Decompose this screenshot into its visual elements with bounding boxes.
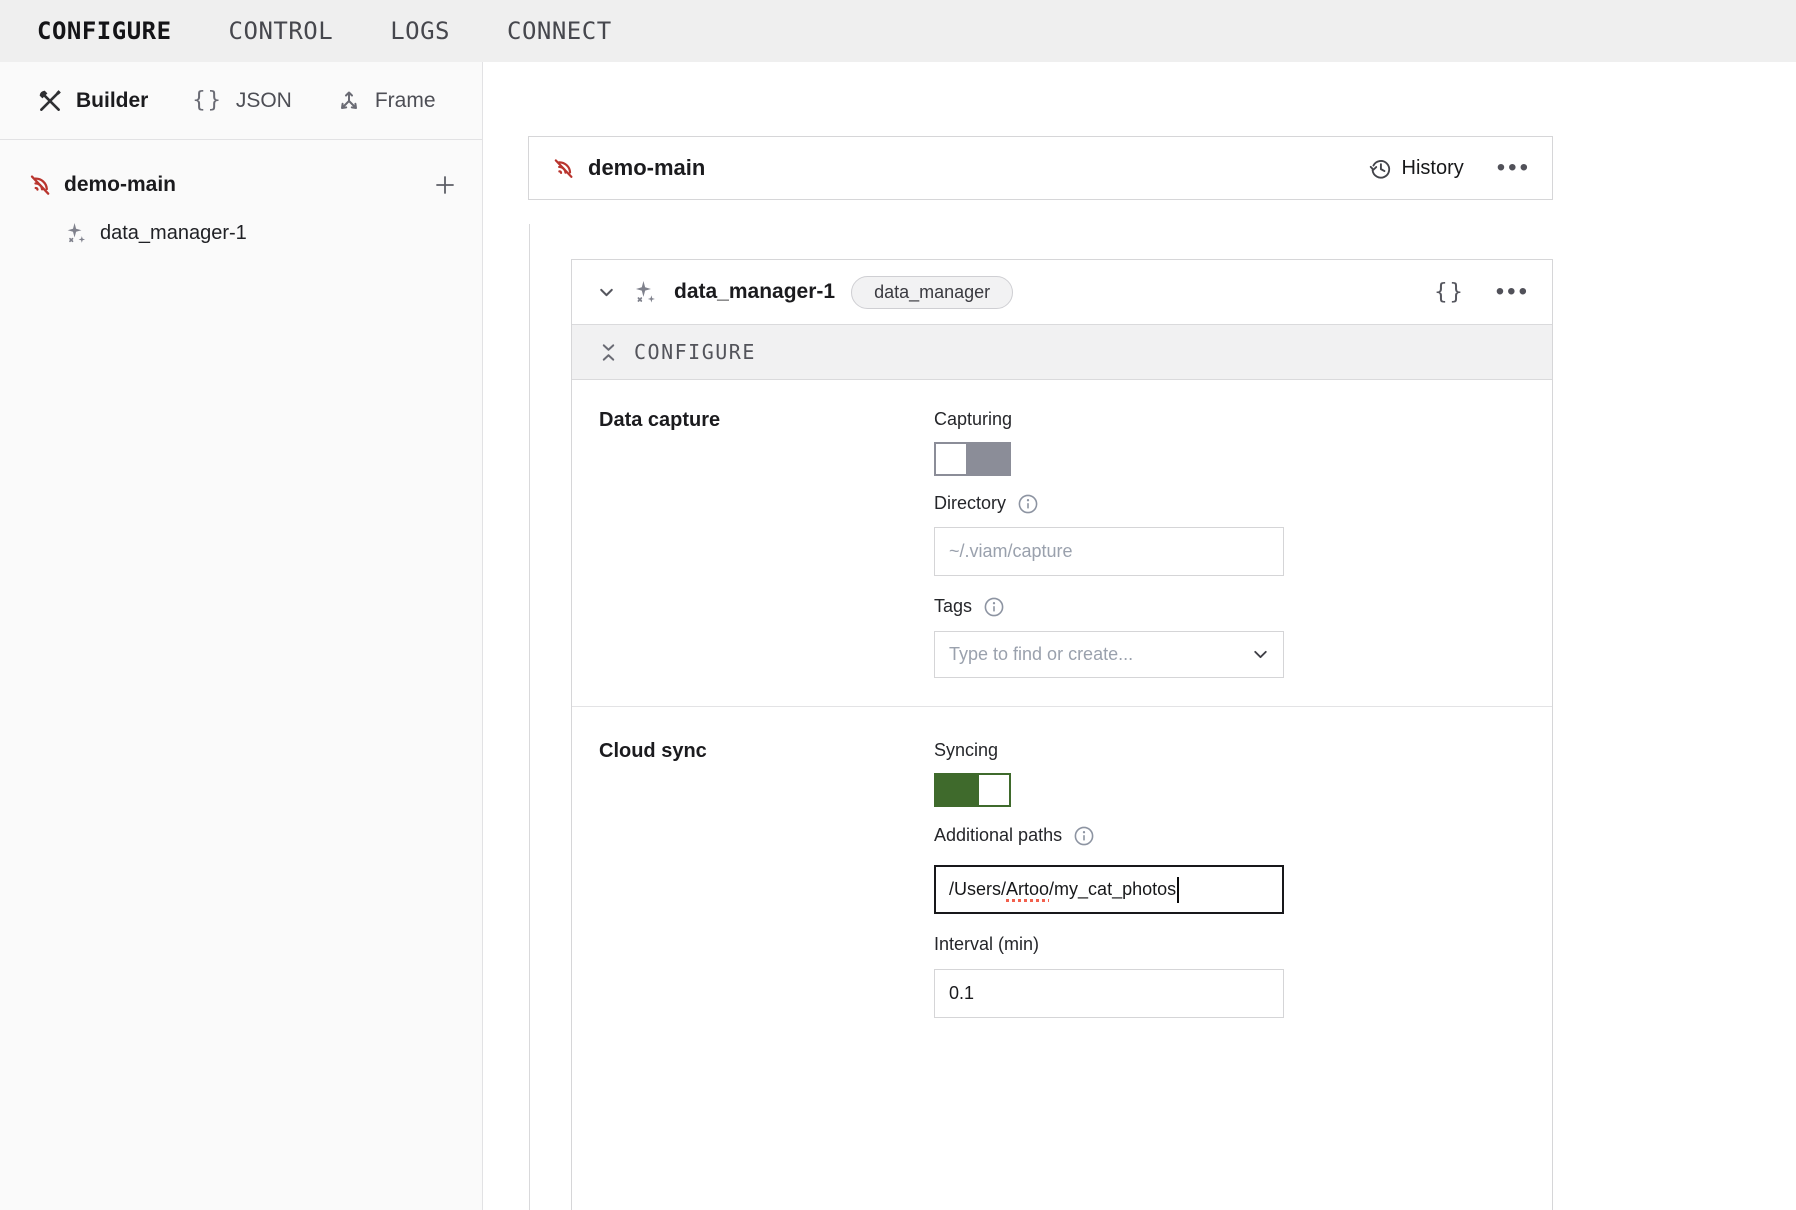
- resource-type-chip: data_manager: [851, 276, 1013, 309]
- configure-section-bar[interactable]: CONFIGURE: [572, 324, 1552, 380]
- directory-label: Directory: [934, 491, 1006, 516]
- collapse-section-icon: [598, 342, 619, 363]
- tab-builder-label: Builder: [76, 89, 148, 113]
- tab-frame-label: Frame: [375, 89, 436, 113]
- capturing-toggle[interactable]: [934, 442, 1011, 476]
- text-caret: [1177, 877, 1179, 903]
- additional-paths-label-row: Additional paths: [934, 823, 1286, 848]
- path-text-misspelled: Artoo: [1006, 879, 1049, 900]
- tab-logs[interactable]: LOGS: [390, 17, 450, 45]
- tags-label-row: Tags: [934, 594, 1286, 619]
- viam-configure-app: CONFIGURE CONTROL LOGS CONNECT Builder {…: [0, 0, 1796, 1210]
- builder-tools-icon: [37, 88, 63, 114]
- add-component-button[interactable]: [434, 174, 456, 196]
- machine-card: demo-main History •••: [528, 136, 1553, 200]
- path-text: /my_cat_photos: [1049, 879, 1176, 900]
- sidebar: Builder {} JSON Frame: [0, 62, 483, 1210]
- toggle-knob: [979, 775, 1009, 805]
- path-text: /Users/: [949, 879, 1006, 900]
- frame-axis-icon: [336, 88, 362, 114]
- data-capture-section: Data capture Capturing Directory: [572, 380, 1552, 706]
- directory-input[interactable]: [934, 527, 1284, 576]
- group-connector-line: [529, 224, 530, 1210]
- tab-builder[interactable]: Builder: [37, 88, 148, 114]
- info-icon[interactable]: [1073, 825, 1095, 847]
- cloud-sync-heading: Cloud sync: [599, 707, 934, 1196]
- sparkles-icon: [64, 222, 87, 245]
- collapse-chevron-icon[interactable]: [597, 283, 616, 302]
- chevron-down-icon: [1251, 645, 1270, 664]
- resource-card-data-manager-1: data_manager-1 data_manager {} ••• CONFI…: [571, 259, 1553, 1210]
- tags-select-placeholder: Type to find or create...: [949, 644, 1251, 665]
- syncing-toggle[interactable]: [934, 773, 1011, 807]
- history-button-label: History: [1402, 157, 1464, 180]
- resource-card-header: data_manager-1 data_manager {} •••: [572, 260, 1552, 324]
- configure-bar-label: CONFIGURE: [634, 340, 756, 364]
- additional-paths-label: Additional paths: [934, 823, 1062, 848]
- resource-card-title: data_manager-1: [674, 280, 835, 304]
- offline-icon: [551, 156, 576, 181]
- tab-control[interactable]: CONTROL: [229, 17, 334, 45]
- cloud-sync-fields: Syncing Additional paths: [934, 707, 1286, 1196]
- history-button[interactable]: History: [1368, 156, 1464, 181]
- tab-frame[interactable]: Frame: [336, 88, 436, 114]
- cloud-sync-section: Cloud sync Syncing Additional paths: [572, 706, 1552, 1196]
- additional-paths-input[interactable]: /Users/Artoo/my_cat_photos: [934, 865, 1284, 914]
- data-capture-heading: Data capture: [599, 380, 934, 706]
- directory-label-row: Directory: [934, 491, 1286, 516]
- resource-menu-button[interactable]: •••: [1496, 280, 1530, 304]
- capturing-label: Capturing: [934, 407, 1286, 432]
- json-config-button[interactable]: {}: [1434, 280, 1465, 305]
- history-clock-icon: [1368, 156, 1393, 181]
- tab-connect[interactable]: CONNECT: [507, 17, 612, 45]
- tab-json[interactable]: {} JSON: [192, 88, 292, 113]
- syncing-label: Syncing: [934, 738, 1286, 763]
- offline-icon: [27, 172, 53, 198]
- info-icon[interactable]: [983, 596, 1005, 618]
- sidebar-machine-name: demo-main: [64, 173, 176, 197]
- top-nav: CONFIGURE CONTROL LOGS CONNECT: [0, 0, 1796, 62]
- toggle-knob: [936, 444, 966, 474]
- braces-icon: {}: [192, 88, 223, 113]
- machine-menu-button[interactable]: •••: [1497, 156, 1531, 180]
- tags-select[interactable]: Type to find or create...: [934, 631, 1284, 678]
- tab-json-label: JSON: [236, 89, 292, 113]
- info-icon[interactable]: [1017, 493, 1039, 515]
- data-capture-fields: Capturing Directory: [934, 380, 1286, 706]
- interval-input[interactable]: [934, 969, 1284, 1018]
- sidebar-machine-row[interactable]: demo-main: [0, 166, 482, 203]
- tags-label: Tags: [934, 594, 972, 619]
- sparkles-icon: [632, 280, 657, 305]
- machine-card-title: demo-main: [588, 155, 705, 181]
- interval-label: Interval (min): [934, 932, 1286, 957]
- view-mode-tabs: Builder {} JSON Frame: [0, 62, 482, 140]
- sidebar-item-label: data_manager-1: [100, 222, 247, 245]
- sidebar-item-data-manager-1[interactable]: data_manager-1: [0, 216, 482, 250]
- main-content: demo-main History •••: [484, 62, 1796, 1210]
- tab-configure[interactable]: CONFIGURE: [37, 17, 172, 45]
